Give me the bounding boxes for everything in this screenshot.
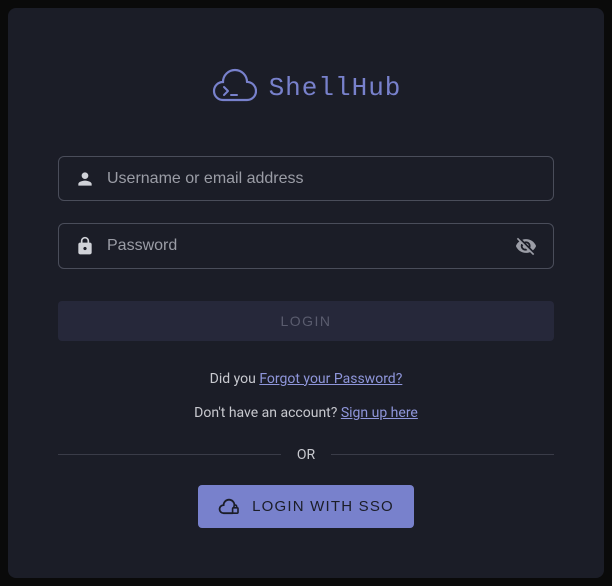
- cloud-shell-icon: [211, 68, 257, 108]
- password-input[interactable]: [107, 237, 503, 255]
- divider-line-right: [331, 454, 554, 455]
- person-icon: [75, 169, 95, 189]
- cloud-lock-icon: [218, 497, 240, 515]
- username-field-wrapper[interactable]: [58, 156, 554, 201]
- forgot-password-link[interactable]: Forgot your Password?: [259, 371, 402, 387]
- login-button[interactable]: LOGIN: [58, 301, 554, 341]
- password-field-wrapper[interactable]: [58, 223, 554, 268]
- username-input[interactable]: [107, 170, 537, 188]
- login-with-sso-button[interactable]: LOGIN WITH SSO: [198, 485, 414, 528]
- divider-line-left: [58, 454, 281, 455]
- signup-link[interactable]: Sign up here: [341, 405, 418, 421]
- signup-text: Don't have an account? Sign up here: [194, 405, 418, 421]
- lock-icon: [75, 236, 95, 256]
- forgot-password-text: Did you Forgot your Password?: [210, 371, 403, 387]
- login-card: ShellHub LOGIN Did you Forgot your Passw…: [8, 8, 604, 578]
- or-text: OR: [297, 447, 315, 463]
- visibility-off-icon[interactable]: [515, 235, 537, 257]
- sso-button-label: LOGIN WITH SSO: [252, 498, 394, 515]
- brand-logo: ShellHub: [211, 68, 402, 108]
- or-divider: OR: [58, 447, 554, 463]
- brand-name: ShellHub: [269, 73, 402, 103]
- forgot-prefix: Did you: [210, 371, 260, 387]
- signup-prefix: Don't have an account?: [194, 405, 341, 421]
